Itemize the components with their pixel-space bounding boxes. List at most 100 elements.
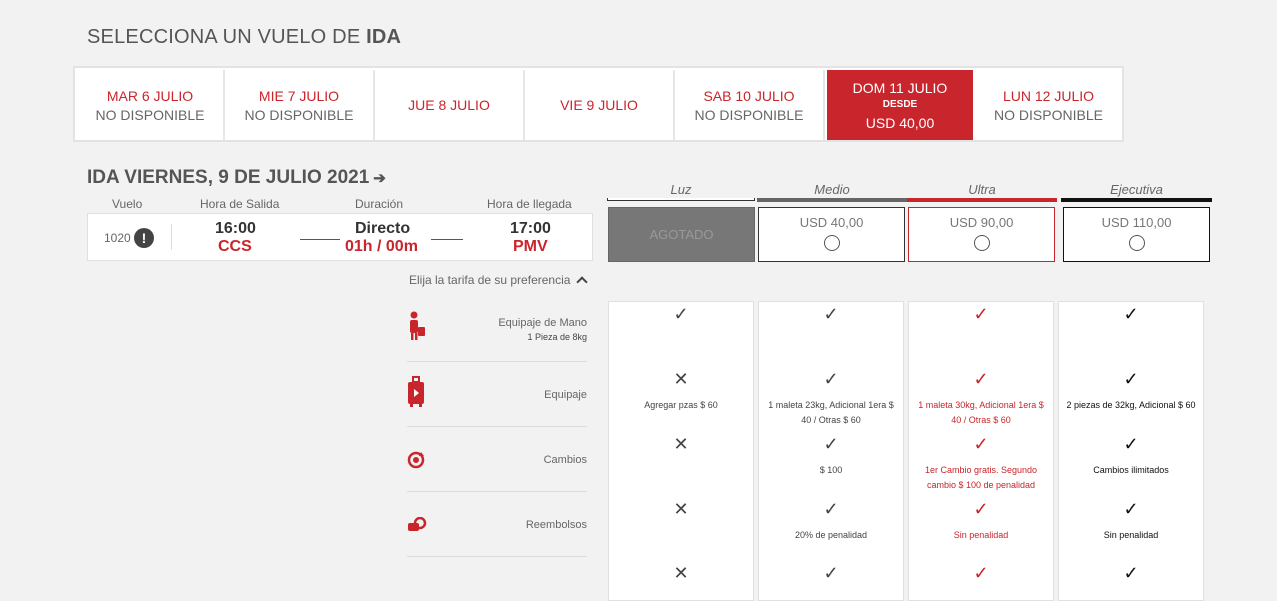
date-status: NO DISPONIBLE <box>244 106 354 123</box>
check-icon: ✓ <box>973 563 989 583</box>
flight-number: 1020 <box>104 231 131 245</box>
date-status: NO DISPONIBLE <box>694 106 804 123</box>
date-label: SAB 10 JULIO <box>703 87 795 104</box>
feature-row-refunds: Reembolsos <box>407 492 587 557</box>
date-selector: MAR 6 JULIO NO DISPONIBLE MIE 7 JULIO NO… <box>73 66 1124 142</box>
tier-ultra-line <box>907 198 1057 202</box>
check-icon: ✓ <box>823 499 839 519</box>
tier-medio-column: ✓ ✓ 1 maleta 23kg, Adicional 1era $ 40 /… <box>758 301 904 601</box>
chevron-up-icon <box>576 276 588 288</box>
radio-icon[interactable] <box>1128 235 1145 251</box>
check-icon: ✓ <box>1123 304 1139 324</box>
medio-refund-note: 20% de penalidad <box>794 530 868 540</box>
title-prefix: SELECCIONA UN VUELO DE <box>87 26 361 48</box>
tier-ultra-option[interactable]: USD 90,00 <box>908 207 1055 262</box>
ultra-luggage-note: 1 maleta 30kg, Adicional 1era $ 40 / Otr… <box>918 400 1044 425</box>
check-icon: ✓ <box>823 304 839 324</box>
date-label: VIE 9 JULIO <box>560 97 638 113</box>
date-tab-lun12[interactable]: LUN 12 JULIO NO DISPONIBLE <box>975 70 1122 140</box>
feature-sub: 1 Pieza de 8kg <box>527 332 587 342</box>
feature-label: Equipaje de Mano 1 Pieza de 8kg <box>498 317 587 342</box>
check-icon: ✓ <box>823 434 839 454</box>
tier-ejecutiva-column: ✓ ✓ 2 piezas de 32kg, Adicional $ 60 ✓ C… <box>1058 301 1204 601</box>
feature-row-carryon: Equipaje de Mano 1 Pieza de 8kg <box>407 297 587 362</box>
check-icon: ✓ <box>673 304 689 324</box>
radio-icon[interactable] <box>973 235 990 251</box>
date-label: DOM 11 JULIO <box>852 79 948 96</box>
info-icon[interactable]: ! <box>134 228 154 248</box>
suitcase-icon <box>407 376 425 413</box>
arrival-code: PMV <box>513 238 548 255</box>
date-status: NO DISPONIBLE <box>95 106 205 123</box>
date-tab-mie7[interactable]: MIE 7 JULIO NO DISPONIBLE <box>225 70 375 140</box>
tier-medio-label: Medio <box>814 182 850 197</box>
tier-ejecutiva-option[interactable]: USD 110,00 <box>1063 207 1210 262</box>
date-tab-mar6[interactable]: MAR 6 JULIO NO DISPONIBLE <box>77 70 225 140</box>
flight-heading-text: IDA VIERNES, 9 DE JULIO 2021 <box>87 167 370 188</box>
check-icon: ✓ <box>973 304 989 324</box>
flight-row: 1020 ! 16:00 CCS Directo 01h / 00m 17:00… <box>87 213 593 261</box>
tier-medio-price: USD 40,00 <box>799 215 864 230</box>
check-icon: ✓ <box>823 563 839 583</box>
check-icon: ✓ <box>1123 434 1139 454</box>
date-label: LUN 12 JULIO <box>1002 87 1095 104</box>
feature-row-changes: Cambios <box>407 427 587 492</box>
flight-type: Directo <box>355 220 411 237</box>
page-title: SELECCIONA UN VUELO DE IDA <box>87 26 401 49</box>
preference-toggle[interactable]: Elija la tarifa de su preferencia <box>409 273 588 288</box>
tier-medio-option[interactable]: USD 40,00 <box>758 207 905 262</box>
ejecutiva-luggage-note: 2 piezas de 32kg, Adicional $ 60 <box>1066 400 1196 410</box>
tier-luz-line <box>607 198 755 201</box>
feature-row-luggage: Equipaje <box>407 362 587 427</box>
ultra-refund-note: Sin penalidad <box>953 530 1009 540</box>
tier-ultra-price: USD 90,00 <box>949 215 1014 230</box>
check-icon: ✓ <box>1123 499 1139 519</box>
route-line-right <box>431 239 463 240</box>
date-tab-vie9[interactable]: VIE 9 JULIO <box>525 70 675 140</box>
date-label: MIE 7 JULIO <box>258 87 340 104</box>
medio-changes-note: $ 100 <box>819 465 843 475</box>
feature-name: Cambios <box>543 454 587 466</box>
date-tab-jue8[interactable]: JUE 8 JULIO <box>375 70 525 140</box>
tier-luz-label: Luz <box>670 182 692 197</box>
tier-ejecutiva-label: Ejecutiva <box>1110 182 1163 197</box>
check-icon: ✓ <box>973 499 989 519</box>
tier-ultra-column: ✓ ✓ 1 maleta 30kg, Adicional 1era $ 40 /… <box>908 301 1054 601</box>
check-icon: ✓ <box>1123 563 1139 583</box>
change-icon <box>407 451 425 474</box>
date-tab-sab10[interactable]: SAB 10 JULIO NO DISPONIBLE <box>675 70 825 140</box>
cross-icon: ✕ <box>673 563 689 583</box>
ejecutiva-refund-note: Sin penalidad <box>1103 530 1159 540</box>
check-icon: ✓ <box>1123 369 1139 389</box>
check-icon: ✓ <box>973 434 989 454</box>
tier-luz-column: ✓ ✕ Agregar pzas $ 60 ✕ ✕ ✕ <box>608 301 754 601</box>
date-status: NO DISPONIBLE <box>994 106 1103 123</box>
header-duracion: Duración <box>355 197 404 211</box>
medio-luggage-note: 1 maleta 23kg, Adicional 1era $ 40 / Otr… <box>768 400 894 425</box>
flight-heading: IDA VIERNES, 9 DE JULIO 2021 ➔ <box>87 167 386 189</box>
from-label: DESDE <box>882 98 918 110</box>
radio-icon[interactable] <box>823 235 840 251</box>
tier-ejecutiva-line <box>1061 198 1212 202</box>
feature-name: Reembolsos <box>525 519 587 531</box>
tier-luz-soldout: AGOTADO <box>608 207 755 262</box>
check-icon: ✓ <box>973 369 989 389</box>
date-price: USD 40,00 <box>865 114 935 131</box>
feature-name: Equipaje <box>544 389 587 401</box>
departure-code: CCS <box>218 238 252 255</box>
cross-icon: ✕ <box>673 434 689 454</box>
tier-ejecutiva-price: USD 110,00 <box>1101 215 1172 230</box>
header-llegada: Hora de llegada <box>487 197 572 211</box>
tier-ultra-label: Ultra <box>968 182 996 197</box>
date-label: MAR 6 JULIO <box>106 87 194 104</box>
route-line-left <box>300 239 340 240</box>
arrival-time: 17:00 <box>510 220 551 237</box>
departure-time: 16:00 <box>215 220 256 237</box>
title-bold: IDA <box>366 26 402 48</box>
date-label: JUE 8 JULIO <box>408 97 490 113</box>
date-tab-dom11[interactable]: DOM 11 JULIO DESDE USD 40,00 <box>827 70 973 140</box>
flight-duration: 01h / 00m <box>345 238 418 255</box>
header-salida: Hora de Salida <box>200 197 280 211</box>
cross-icon: ✕ <box>673 499 689 519</box>
ultra-changes-note: 1er Cambio gratis. Segundo cambio $ 100 … <box>924 465 1038 490</box>
